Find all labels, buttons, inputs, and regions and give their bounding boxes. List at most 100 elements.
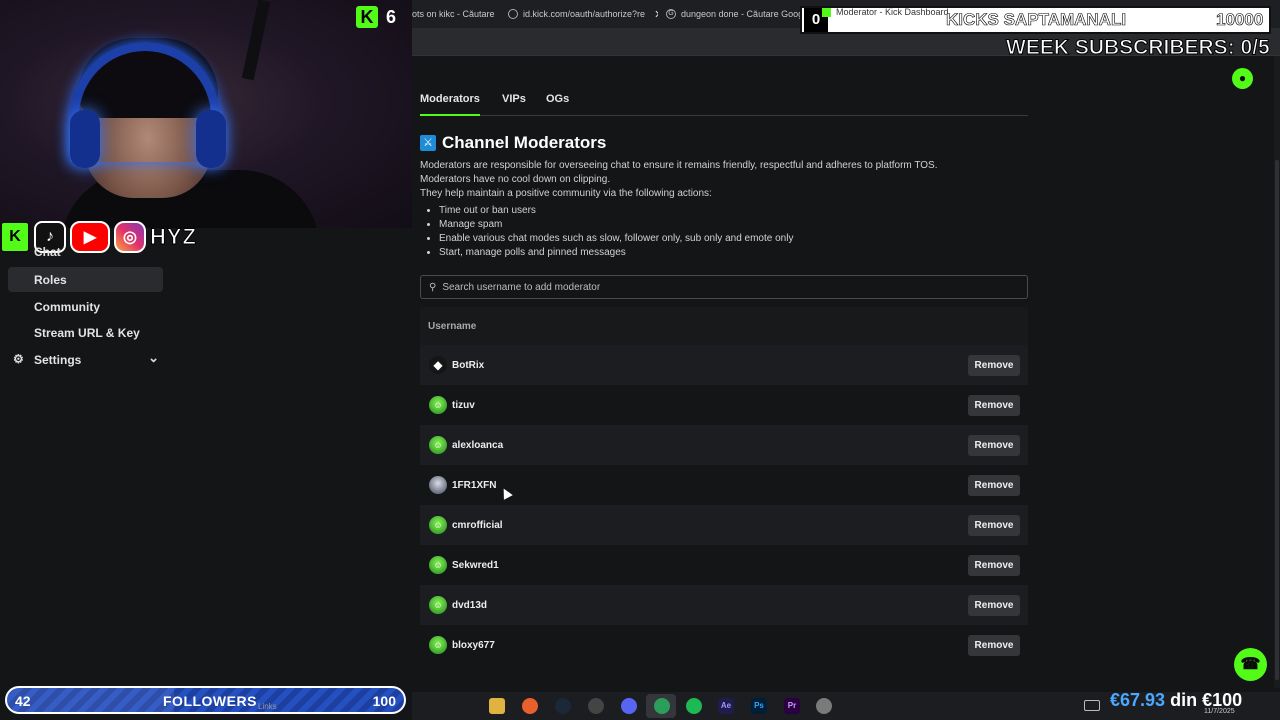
sword-icon: ⚔ [420,135,436,151]
remove-button[interactable]: Remove [968,355,1020,376]
sidebar-item-label: Stream URL & Key [34,325,140,340]
moderator-username[interactable]: dvd13d [452,600,487,611]
globe-icon [508,9,518,19]
sidebar-item-label: Community [34,299,100,314]
browser-tab[interactable]: G dungeon done - Căutare Googl ✕ [666,4,806,24]
list-item: Time out or ban users [439,204,1028,218]
list-item: Manage spam [439,218,1028,232]
moderator-username[interactable]: cmrofficial [452,520,503,531]
column-header-username: Username [428,320,477,332]
kick-count: 6 [386,6,397,27]
sidebar-item-settings[interactable]: ⚙ Settings ⌄ [8,347,163,372]
webcam-feed: K 6 [0,0,412,228]
after-effects-icon[interactable]: Ae [718,698,734,714]
remove-button[interactable]: Remove [968,515,1020,536]
search-input[interactable] [442,281,1003,293]
remove-button[interactable]: Remove [968,395,1020,416]
moderator-username[interactable]: alexloanca [452,440,503,451]
obs-icon[interactable] [588,698,604,714]
page-title: Channel Moderators [442,133,607,152]
avatar [429,476,447,494]
remove-button[interactable]: Remove [968,555,1020,576]
support-chat-icon[interactable]: ☎ [1234,648,1267,681]
bot-avatar-icon: ◆ [429,356,447,374]
kicks-goal: 10000 [1216,10,1264,30]
table-row: ☺ bloxy677 Remove [420,625,1028,665]
remove-button[interactable]: Remove [968,475,1020,496]
moderator-search: ⚲ [420,275,1028,299]
remove-button[interactable]: Remove [968,435,1020,456]
sidebar-item-roles[interactable]: Roles [8,267,163,292]
list-item: Start, manage polls and pinned messages [439,246,1028,260]
gear-icon: ⚙ [13,352,24,366]
moderator-username[interactable]: bloxy677 [452,640,495,651]
avatar: ☺ [429,396,447,414]
sidebar-item-community[interactable]: Community [8,294,163,319]
sidebar-item-label: Settings [34,352,82,367]
description: Moderators are responsible for overseein… [420,159,1028,260]
table-row: ☺ cmrofficial Remove [420,505,1028,545]
kick-logo-icon: K [356,6,378,28]
moderator-username[interactable]: BotRix [452,360,484,371]
sidebar-item-chat[interactable]: Chat [8,242,163,262]
moderator-username[interactable]: Sekwred1 [452,560,499,571]
discord-icon[interactable] [621,698,637,714]
close-icon[interactable]: ✕ [654,8,658,21]
moderator-username[interactable]: 1FR1XFN [452,480,496,491]
sidebar-item-stream-url-key[interactable]: Stream URL & Key [8,320,163,345]
keyboard-icon[interactable] [1084,700,1100,711]
donation-goal-amount: €100 [1202,690,1243,710]
moderator-username[interactable]: tizuv [452,400,475,411]
photoshop-icon[interactable]: Ps [751,698,767,714]
table-header: Username [420,307,1028,345]
spotify-icon[interactable] [686,698,702,714]
tab-moderators[interactable]: Moderators [420,92,480,116]
headphone-cup [70,110,100,168]
premiere-icon[interactable]: Pr [784,698,800,714]
mic-arm [241,0,271,81]
table-row: ☺ dvd13d Remove [420,585,1028,625]
section-header: ⚔ Channel Moderators [420,133,606,153]
followers-goal-bar: 42 FOLLOWERS 100 [5,686,406,714]
kick-icon [822,7,831,17]
scrollbar-thumb[interactable] [1275,160,1279,680]
avatar: ☺ [429,636,447,654]
taskbar-date: 11/7/2025 [1204,708,1235,715]
kicks-title: KICKS SAPTAMANALI [946,10,1127,30]
browser-tab[interactable]: ots on kikc - Căutare ✕ [412,4,504,24]
tab-ogs[interactable]: OGs [546,92,569,116]
browser-tab-active[interactable]: Moderator - Kick Dashboard [822,7,949,17]
description-line: Moderators are responsible for overseein… [420,160,938,171]
kick-counter-badge: K 6 [356,6,396,28]
file-explorer-icon[interactable] [489,698,505,714]
browser-tab-label: ots on kikc - Căutare [412,9,495,19]
description-line: Moderators have no cool down on clipping… [420,174,611,185]
chrome-icon[interactable] [654,698,670,714]
avatar: ☺ [429,436,447,454]
moderators-table: Username ◆ BotRix Remove ☺ tizuv Remove … [420,307,1028,665]
table-row: ☺ tizuv Remove [420,385,1028,425]
actions-list: Time out or ban users Manage spam Enable… [439,204,1028,260]
followers-label: FOLLOWERS [163,693,257,709]
app-icon[interactable] [816,698,832,714]
steam-icon[interactable] [555,698,571,714]
list-item: Enable various chat modes such as slow, … [439,232,1028,246]
browser-tab-label: dungeon done - Căutare Googl [681,9,806,19]
browser-tab-label: Moderator - Kick Dashboard [836,7,949,17]
week-subscribers-counter: WEEK SUBSCRIBERS: 0/5 [1006,36,1271,60]
sidebar-item-label: Roles [34,272,67,287]
extension-icon[interactable]: ● [1232,68,1253,89]
remove-button[interactable]: Remove [968,595,1020,616]
followers-goal: 100 [372,693,396,709]
roles-tabs: Moderators VIPs OGs [420,92,1028,116]
tab-vips[interactable]: VIPs [502,92,526,116]
followers-current: 42 [15,693,31,709]
firefox-icon[interactable] [522,698,538,714]
browser-tab[interactable]: id.kick.com/oauth/authorize?re ✕ [508,4,658,24]
search-icon: ⚲ [429,281,437,293]
chevron-down-icon[interactable]: ⌄ [148,350,159,366]
description-line: They help maintain a positive community … [420,188,712,199]
table-row: 1FR1XFN Remove [420,465,1028,505]
remove-button[interactable]: Remove [968,635,1020,656]
donation-amount: €67.93 [1110,690,1166,710]
